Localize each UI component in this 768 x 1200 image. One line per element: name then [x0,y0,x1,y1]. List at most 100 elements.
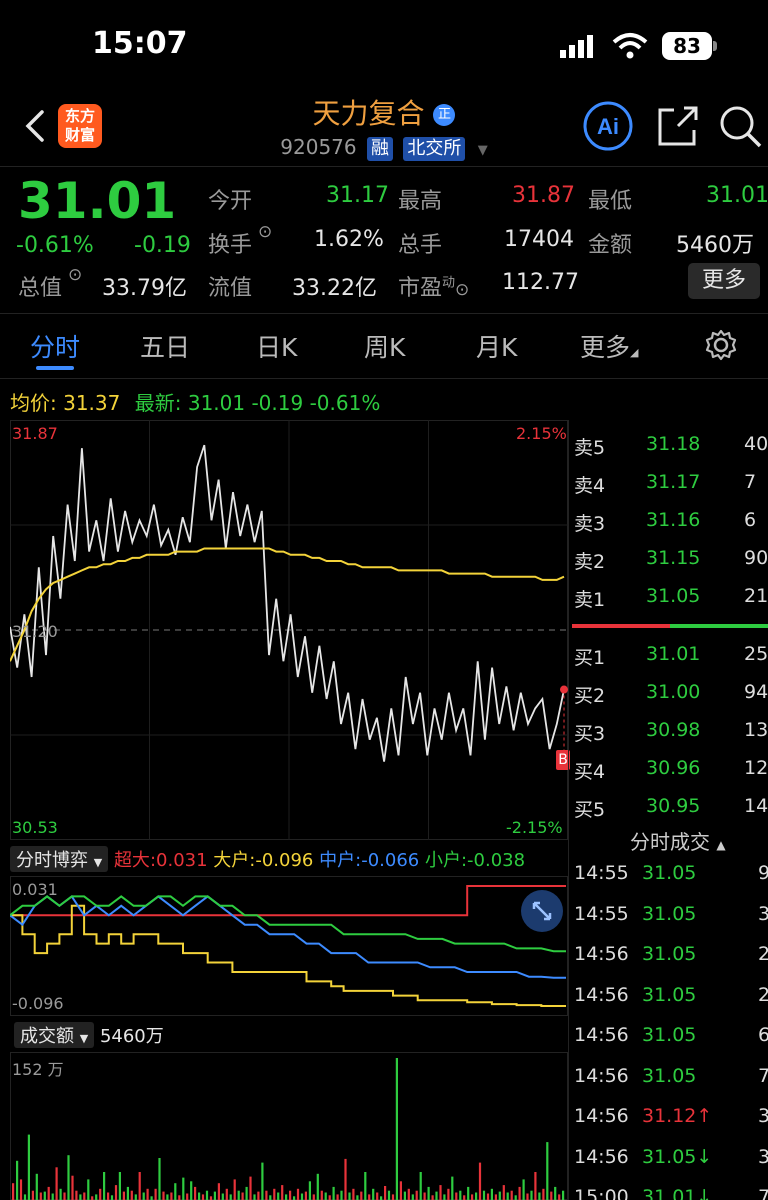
tab-weekly-k[interactable]: 周K [364,328,405,364]
expand-icon[interactable] [520,889,564,933]
flow-super-line [10,885,566,917]
level-volume: 94 [744,681,768,703]
tab-intraday[interactable]: 分时 [30,328,80,364]
flow-big-name: 大户 [213,850,250,871]
volume-label: 总手 [398,233,443,258]
volume-bar [253,1194,256,1200]
trade-price: 31.05 [642,983,697,1006]
avg-latest-line: 均价: 31.37 最新: 31.01 -0.19 -0.61% [10,387,380,416]
volume-bar [150,1196,153,1200]
trade-row[interactable]: 14:55 31.05 9 [574,862,768,902]
volume-bar [19,1179,23,1200]
trade-time: 14:56 [574,1145,629,1168]
volume-bar [395,1058,398,1200]
trade-time: 15:00 [574,1186,629,1200]
trade-time: 14:55 [574,902,629,925]
bid-row[interactable]: 买3 30.98 13 [574,719,768,757]
trades-header[interactable]: 分时成交 ▲ [630,826,726,855]
flow-big-value: -0.096 [255,850,314,871]
ask-row[interactable]: 卖1 31.05 21 [574,585,768,623]
volume-bar [257,1191,260,1200]
fund-flow-chart[interactable] [10,876,568,1016]
stock-title[interactable]: 天力复合 正 [0,92,768,132]
volume-bar [194,1186,197,1200]
volume-bar [293,1196,296,1200]
trade-row[interactable]: 15:00 31.01↓ 78 [574,1186,768,1200]
volume-bar [514,1195,517,1200]
ask-row[interactable]: 卖5 31.18 40 [574,433,768,471]
mcap-value: 33.79亿 [102,276,187,301]
flow-super-label: 超大:0.031 [113,850,208,871]
volume-bar [59,1188,62,1200]
trade-row[interactable]: 14:56 31.05 2 [574,984,768,1024]
info-icon[interactable]: ⊙ [258,222,272,242]
ask-row[interactable]: 卖3 31.16 6 [574,509,768,547]
chart-frame [10,876,568,1016]
bid-row[interactable]: 买1 31.01 25 [574,643,768,681]
trade-price: 31.05 [642,862,697,884]
trade-row[interactable]: 14:56 31.05 7 [574,1065,768,1105]
share-icon[interactable] [656,104,700,148]
bid-row[interactable]: 买4 30.96 12 [574,757,768,795]
volume-bar [475,1192,478,1200]
trade-row[interactable]: 14:55 31.05 3 [574,903,768,943]
volume-bar [35,1173,38,1200]
flow-small-name: 小户 [424,850,461,871]
level-label: 买5 [574,799,606,821]
intraday-chart[interactable] [10,420,568,840]
volume-bar [79,1194,82,1200]
trade-row[interactable]: 14:56 31.12↑ 3 [574,1105,768,1145]
volume-bar [134,1194,137,1200]
info-icon[interactable]: ⊙ [68,265,82,285]
trade-row[interactable]: 14:56 31.05↓ 30 [574,1146,768,1186]
float-value: 33.22亿 [292,276,377,301]
search-icon[interactable] [718,104,762,148]
volume-bar [344,1158,347,1200]
volume-bar [245,1186,248,1200]
volume-bar [478,1162,482,1200]
info-icon[interactable]: ⊙ [455,280,469,300]
trade-volume: 3 [758,1105,768,1127]
bid-row[interactable]: 买2 31.00 94 [574,681,768,719]
volume-bar [328,1195,331,1200]
stock-subtitle[interactable]: 920576 融 北交所 ▼ [0,135,768,161]
level-volume: 40 [744,433,768,455]
tab-more[interactable]: 更多◢ [580,328,638,364]
tab-daily-k[interactable]: 日K [256,328,297,364]
trade-row[interactable]: 14:56 31.05 2 [574,943,768,983]
volume-bar [312,1194,315,1200]
volume-bar [277,1192,280,1200]
tab-five-day[interactable]: 五日 [140,328,190,364]
settings-icon[interactable] [704,328,738,362]
volume-bar [166,1194,169,1200]
volume-bar [534,1172,537,1200]
flow-dropdown[interactable]: 分时博弈 ▼ [10,846,109,872]
level-volume: 90 [744,547,768,569]
change-percent: -0.61% [16,233,94,258]
volume-bar [423,1192,426,1200]
volume-axis-unit: 万 [47,1060,64,1079]
volume-bar [71,1175,74,1200]
trade-row[interactable]: 14:56 31.05 6 [574,1024,768,1064]
turnover-label: 换手 [208,233,253,258]
more-button[interactable]: 更多 [688,263,760,299]
high-label: 最高 [398,189,443,214]
volume-bar [431,1195,434,1200]
flow-axis-bottom: -0.096 [12,994,64,1013]
volume-bar [162,1191,165,1200]
low-value: 31.01 [706,183,768,208]
margin-tag: 融 [367,137,393,161]
trade-volume: 78 [758,1186,768,1200]
volume-chart[interactable] [10,1052,568,1200]
volume-bar [296,1188,300,1200]
tab-monthly-k[interactable]: 月K [476,328,517,364]
price-line [10,444,565,762]
volume-dropdown[interactable]: 成交额 ▼ [14,1022,95,1048]
ai-icon[interactable]: Ai [582,100,634,152]
volume-bar [107,1192,110,1200]
volume-bar [265,1190,268,1200]
ask-row[interactable]: 卖4 31.17 7 [574,471,768,509]
ask-row[interactable]: 卖2 31.15 90 [574,547,768,585]
volume-bar [526,1193,529,1200]
volume-bar [399,1181,402,1200]
